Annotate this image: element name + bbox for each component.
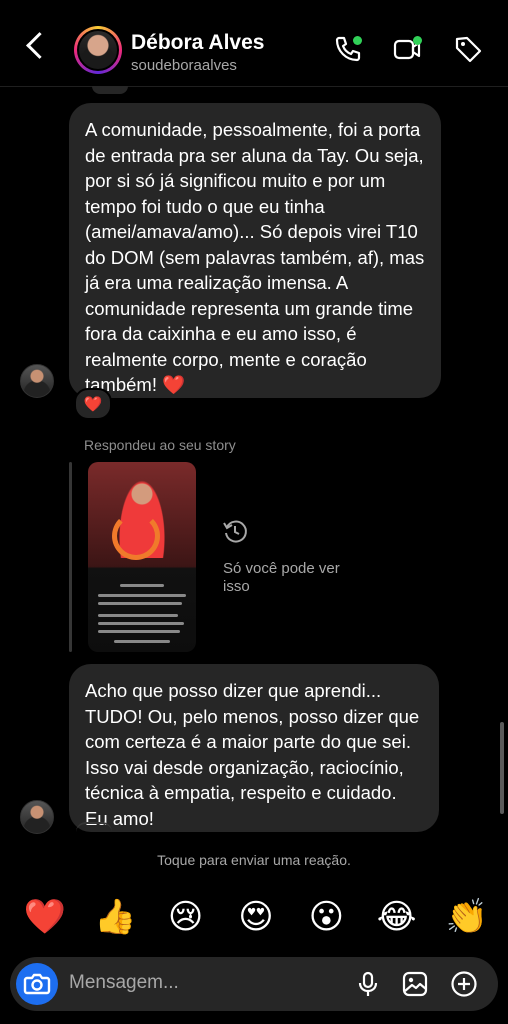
plus-icon[interactable] [450,970,478,998]
story-thumbnail[interactable] [88,462,196,652]
scrollbar[interactable] [500,722,504,814]
reaction-thumbs-up[interactable]: 👍 [90,894,140,940]
message-bubble[interactable]: Acho que posso dizer que aprendi... TUDO… [69,664,439,832]
back-icon[interactable] [26,32,53,59]
reaction-heart[interactable]: ❤️ [20,894,70,940]
contact-name[interactable]: Débora Alves [131,31,264,55]
camera-button[interactable] [16,963,58,1005]
message-input[interactable]: Mensagem... [69,972,179,994]
story-reply-bar [69,462,72,652]
sender-avatar[interactable] [20,364,54,398]
tag-icon[interactable] [453,34,483,64]
message-bubble[interactable]: A comunidade, pessoalmente, foi a porta … [69,103,441,398]
reaction-laughing[interactable]: 😂 [372,894,422,940]
heart-reaction[interactable]: ❤️ [74,388,112,420]
sender-avatar[interactable] [20,800,54,834]
camera-icon [23,973,51,995]
reaction-surprised[interactable]: 😮 [301,894,351,940]
profile-avatar[interactable] [74,26,122,74]
contact-username[interactable]: soudeboraalves [131,57,237,74]
reaction-clapping[interactable]: 👏 [442,894,492,940]
reaction-hint: Toque para enviar uma reação. [157,852,351,868]
gallery-icon[interactable] [401,970,429,998]
message-composer: Mensagem... [10,957,498,1011]
reaction-crying[interactable]: 😢 [161,894,211,940]
microphone-icon[interactable] [354,970,382,998]
history-icon [223,520,247,543]
video-active-dot [413,36,422,45]
previous-reaction-edge [92,86,128,94]
reaction-heart-eyes[interactable]: 😍 [231,894,281,940]
private-notice: Só você pode ver isso [223,560,340,595]
chat-header: Débora Alves soudeboraalves [0,0,508,87]
quick-reaction-bar: ❤️ 👍 😢 😍 😮 😂 👏 [20,894,492,940]
story-reply-label: Respondeu ao seu story [84,437,236,453]
call-active-dot [353,36,362,45]
reaction-pill-edge [76,822,112,834]
